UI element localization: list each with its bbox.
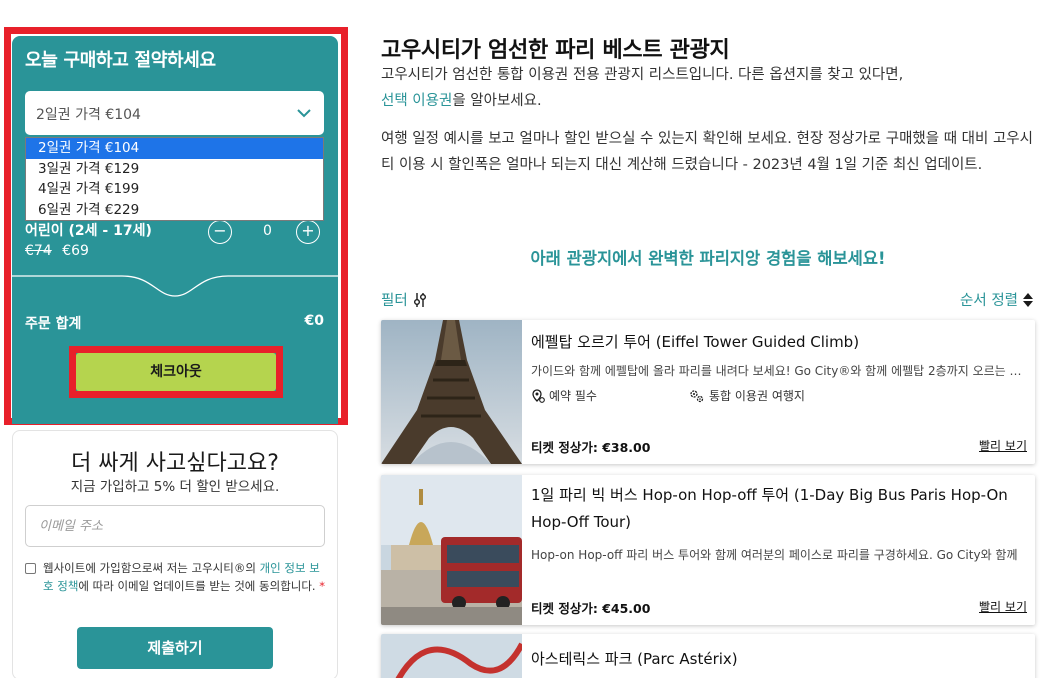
chevron-down-icon	[297, 109, 311, 118]
child-ticket-row: 어린이 (2세 - 17세) − 0 +	[25, 220, 325, 244]
feature-pass-label: 통합 이용권 여행지	[708, 389, 805, 403]
email-field[interactable]	[25, 505, 325, 547]
eiffel-tower-image	[381, 320, 522, 464]
card-body: 에펠탑 오르기 투어 (Eiffel Tower Guided Climb) 가…	[531, 320, 1027, 464]
consent-checkbox[interactable]	[25, 563, 36, 574]
gears-icon	[690, 389, 704, 402]
card-description: 가이드와 함께 에펠탑에 올라 파리를 내려다 보세요! Go City®와 함…	[531, 364, 1027, 378]
consent-text: 웹사이트에 가입함으로써 저는 고우시티®의 개인 정보 보호 정책에 따라 이…	[43, 559, 327, 595]
panel-title: 오늘 구매하고 절약하세요	[25, 50, 216, 71]
child-price-old: €74	[25, 243, 52, 259]
child-plus-button[interactable]: +	[296, 220, 320, 244]
consent-text-after: 에 따라 이메일 업데이트를 받는 것에 동의합니다.	[78, 579, 316, 593]
intro-text-body: 고우시티가 엄선한 통합 이용권 전용 관광지 리스트입니다. 다른 옵션지를 …	[381, 67, 904, 83]
section-heading: 아래 관광지에서 완벽한 파리지앙 경험을 해보세요!	[530, 249, 886, 268]
card-description: Hop-on Hop-off 파리 버스 투어와 함께 여러분의 페이스로 파리…	[531, 548, 1018, 562]
signup-title: 더 싸게 사고싶다고요?	[71, 451, 279, 476]
card-price: 티켓 정상가: €38.00	[531, 440, 651, 455]
card-features: 예약 필수 통합 이용권 여행지	[531, 387, 1027, 404]
intro-text: 고우시티가 엄선한 통합 이용권 전용 관광지 리스트입니다. 다른 옵션지를 …	[381, 62, 1033, 114]
sort-button[interactable]: 순서 정렬	[960, 289, 1034, 310]
quick-view-link[interactable]: 빨리 보기	[979, 437, 1027, 456]
order-total-value: €0	[304, 313, 324, 329]
quick-view-link[interactable]: 빨리 보기	[979, 598, 1027, 617]
child-label: 어린이 (2세 - 17세)	[25, 223, 152, 239]
feature-booking-label: 예약 필수	[549, 389, 597, 403]
feature-booking-required: 예약 필수	[531, 387, 597, 404]
checkout-button[interactable]: 체크아웃	[76, 353, 276, 391]
pass-option-3day[interactable]: 3일권 가격 €129	[26, 159, 323, 180]
child-minus-button[interactable]: −	[208, 220, 232, 244]
submit-button[interactable]: 제출하기	[77, 627, 273, 669]
child-price: €74 €69	[25, 243, 89, 259]
required-mark: *	[319, 579, 325, 593]
card-title: 아스테릭스 파크 (Parc Astérix)	[531, 650, 738, 668]
signup-subtitle: 지금 가입하고 5% 더 할인 받으세요.	[70, 479, 280, 495]
card-title: 1일 파리 빅 버스 Hop-on Hop-off 투어 (1-Day Big …	[531, 486, 1008, 531]
pass-options-dropdown: 2일권 가격 €104 3일권 가격 €129 4일권 가격 €199 6일권 …	[25, 137, 324, 221]
card-title: 에펠탑 오르기 투어 (Eiffel Tower Guided Climb)	[531, 333, 860, 351]
consent-text-before: 웹사이트에 가입함으로써 저는 고우시티®의	[43, 561, 260, 575]
attraction-card[interactable]: 에펠탑 오르기 투어 (Eiffel Tower Guided Climb) 가…	[381, 320, 1035, 464]
filter-button[interactable]: 필터	[381, 289, 428, 310]
order-total-label: 주문 합계	[25, 316, 82, 332]
sort-arrows-icon	[1023, 292, 1033, 307]
card-body: 아스테릭스 파크 (Parc Astérix)	[531, 634, 1027, 678]
pass-select-value: 2일권 가격 €104	[36, 107, 141, 123]
filter-sliders-icon	[413, 292, 426, 307]
filter-label: 필터	[381, 293, 408, 309]
savings-text: 여행 일정 예시를 보고 얼마나 할인 받으실 수 있는지 확인해 보세요. 현…	[381, 131, 1033, 173]
pass-select[interactable]: 2일권 가격 €104	[25, 91, 324, 135]
card-price: 티켓 정상가: €45.00	[531, 601, 651, 616]
child-quantity: 0	[263, 223, 272, 239]
map-pin-icon	[532, 388, 545, 403]
wave-divider	[12, 275, 338, 297]
attraction-card[interactable]: 1일 파리 빅 버스 Hop-on Hop-off 투어 (1-Day Big …	[381, 475, 1035, 625]
card-body: 1일 파리 빅 버스 Hop-on Hop-off 투어 (1-Day Big …	[531, 475, 1027, 625]
sort-label: 순서 정렬	[960, 293, 1018, 309]
pass-option-2day[interactable]: 2일권 가격 €104	[26, 138, 323, 159]
newsletter-signup: 더 싸게 사고싶다고요? 지금 가입하고 5% 더 할인 받으세요. 웹사이트에…	[12, 430, 338, 678]
big-bus-image	[381, 475, 522, 625]
select-pass-link[interactable]: 선택 이용권	[381, 93, 452, 109]
feature-pass-attraction: 통합 이용권 여행지	[689, 387, 805, 404]
parc-asterix-image	[381, 634, 522, 678]
child-price-current: €69	[62, 243, 89, 259]
pass-option-4day[interactable]: 4일권 가격 €199	[26, 179, 323, 200]
page-title: 고우시티가 엄선한 파리 베스트 관광지	[381, 38, 730, 63]
card-footer: 티켓 정상가: €45.00 빨리 보기	[531, 598, 1027, 617]
attraction-card[interactable]: 아스테릭스 파크 (Parc Astérix)	[381, 634, 1035, 678]
intro-text-suffix: 을 알아보세요.	[452, 93, 542, 109]
pass-option-6day[interactable]: 6일권 가격 €229	[26, 200, 323, 221]
card-footer: 티켓 정상가: €38.00 빨리 보기	[531, 437, 1027, 456]
